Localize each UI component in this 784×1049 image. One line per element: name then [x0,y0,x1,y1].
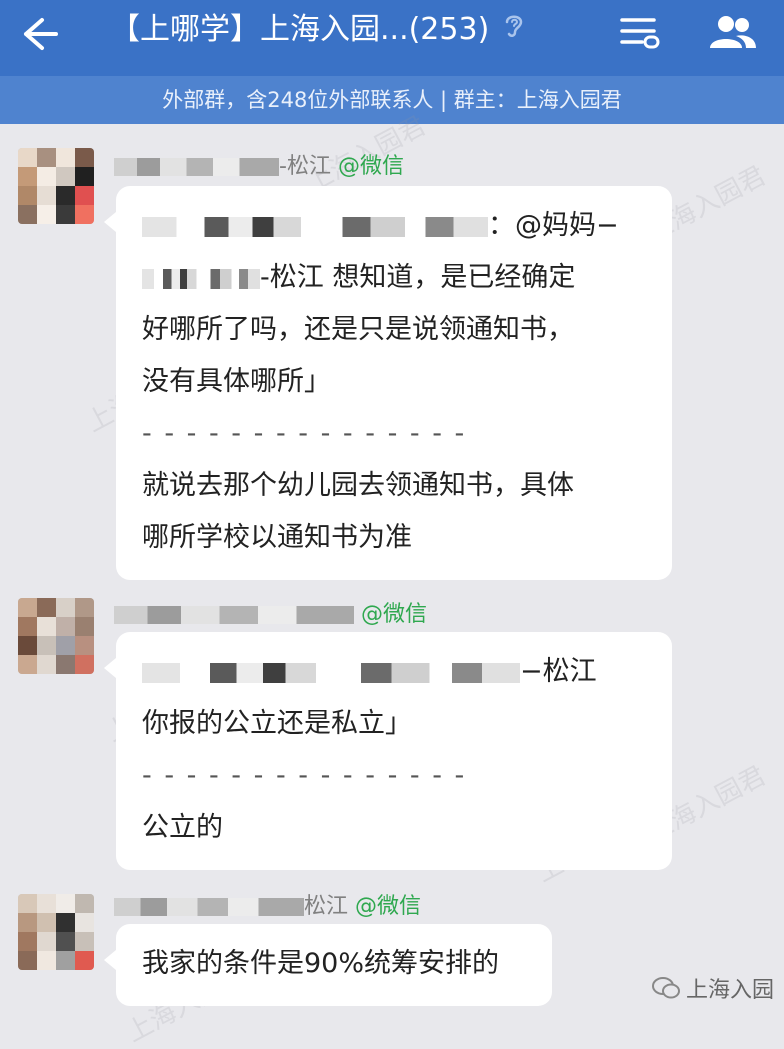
message-line: ：@妈妈− [142,200,648,252]
avatar[interactable] [18,148,94,224]
redacted-text [142,662,520,683]
quote-separator: - - - - - - - - - - - - - - - [142,418,467,449]
message-line: 就说去那个幼儿园去领通知书，具体 [142,470,574,501]
sender-source: @微信 [337,154,404,179]
sender-source: @微信 [361,602,428,627]
sender-name: @微信 [114,596,427,628]
message-bubble[interactable]: 我家的条件是90%统筹安排的 [104,924,552,1006]
group-info-text: 外部群，含248位外部联系人 | 群主：上海入园君 [162,88,622,112]
message-bubble[interactable]: −松江 你报的公立还是私立」 - - - - - - - - - - - - -… [104,632,672,870]
message-line: 公立的 [142,812,223,843]
message-line: 好哪所了吗，还是只是说领通知书， [142,314,574,345]
sender-suffix: -松江 [279,154,331,179]
sender-suffix: 松江 [304,894,349,919]
wechat-icon [652,977,680,999]
message-line: −松江 [142,646,648,698]
sender-name: -松江 @微信 [114,148,404,180]
message-bubble[interactable]: ：@妈妈− -松江 想知道，是已经确定 好哪所了吗，还是只是说领通知书， 没有具… [104,186,672,580]
chat-menu-icon[interactable] [618,12,662,52]
sender-name: 松江 @微信 [114,888,421,920]
redacted-name [114,158,279,176]
members-icon[interactable] [706,12,762,52]
message-text: -松江 想知道，是已经确定 [260,262,576,293]
avatar[interactable] [18,598,94,674]
message-text: ：@妈妈− [488,210,619,241]
avatar[interactable] [18,894,94,970]
chat-area[interactable]: 上海入园君 上海入园君 上海入园君 上海入园君 上海入园君 上海入园君 上海入园… [0,111,784,1048]
group-info-bar[interactable]: 外部群，含248位外部联系人 | 群主：上海入园君 [0,76,784,124]
message-line: 我家的条件是90%统筹安排的 [142,948,500,979]
ear-icon [503,9,525,53]
chat-title-text: 【上哪学】上海入园...(253) [110,12,490,47]
redacted-name [114,898,304,916]
chat-title: 【上哪学】上海入园...(253) [110,8,525,52]
message-line: 你报的公立还是私立」 [142,708,412,739]
footer-brand: 上海入园 [652,972,774,1004]
redacted-text [142,216,488,237]
message-line: 没有具体哪所」 [142,366,331,397]
back-arrow-icon[interactable] [18,12,62,56]
message-line: -松江 想知道，是已经确定 [142,252,648,304]
redacted-name [114,606,354,624]
message-text: −松江 [520,656,597,687]
quote-separator: - - - - - - - - - - - - - - - [142,760,467,791]
footer-brand-text: 上海入园 [686,978,775,1003]
top-bar: 【上哪学】上海入园...(253) [0,0,784,76]
redacted-text [142,268,260,289]
sender-source: @微信 [355,894,422,919]
message-line: 哪所学校以通知书为准 [142,522,412,553]
